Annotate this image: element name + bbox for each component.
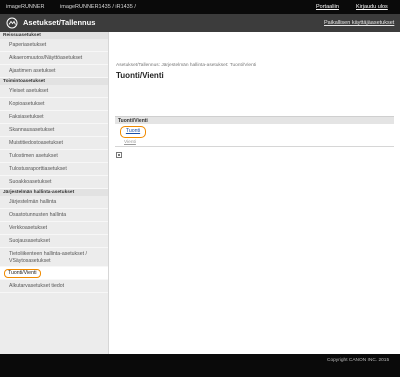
sidebar-item-copy[interactable]: Kopioasetukset xyxy=(0,98,108,111)
sidebar-item-communication[interactable]: Tietoliikenteen hallinta-asetukset / VSä… xyxy=(0,248,108,267)
sidebar-item-system-management[interactable]: Järjestelmän hallinta xyxy=(0,196,108,209)
sidebar-item-network[interactable]: Verkkoasetukset xyxy=(0,222,108,235)
sidebar-item-department-id[interactable]: Osastotunnusten hallinta xyxy=(0,209,108,222)
sidebar-item-import-export[interactable]: Tuonti/Vienti xyxy=(0,267,108,280)
user-settings-link[interactable]: Paikallisen käyttäjäasetukset xyxy=(324,20,394,26)
sidebar-section-header: Toimintoasetukset xyxy=(0,78,108,85)
sidebar-item-report-output[interactable]: Tulostusraporttiasetukset xyxy=(0,163,108,176)
settings-register-icon xyxy=(6,17,18,29)
sidebar-item-memory-file[interactable]: Muistitiedostoasetukset xyxy=(0,137,108,150)
export-link[interactable]: Vienti xyxy=(124,140,136,145)
logout-link[interactable]: Kirjaudu ulos xyxy=(356,4,388,10)
sidebar-section-header: Reissuasetukset xyxy=(0,32,108,39)
sidebar-item-label: Tuonti/Vienti xyxy=(4,269,41,278)
sidebar-item-destination[interactable]: Suoakkoasetukset xyxy=(0,176,108,189)
divider xyxy=(115,146,394,147)
portal-link[interactable]: Portaaliin xyxy=(316,4,339,10)
sidebar-item-printer[interactable]: Tulostimen asetukset xyxy=(0,150,108,163)
top-bar: imageRUNNER imageRUNNER1435 / iR1435 / P… xyxy=(0,0,400,14)
breadcrumb: Asetukset/Tallennus: Järjestelmän hallin… xyxy=(116,63,257,68)
sidebar-item-initialize[interactable]: Alkutarvasetukset tiedot xyxy=(0,280,108,293)
import-link[interactable]: Tuonti xyxy=(120,126,146,138)
sidebar-item-timer-settings[interactable]: Ajastimen asetukset xyxy=(0,65,108,78)
sidebar-item-scan[interactable]: Skannausasetukset xyxy=(0,124,108,137)
sidebar-section-header: Järjestelmän hallinta-asetukset xyxy=(0,189,108,196)
sidebar-item-general[interactable]: Yleiset asetukset xyxy=(0,85,108,98)
sidebar-item-timezone-display[interactable]: Aikaeromuutos/Näyttöasetukset xyxy=(0,52,108,65)
page-title: Tuonti/Vienti xyxy=(116,71,164,80)
copyright-text: Copyright CANON INC. 2015 xyxy=(327,358,390,363)
title-bar: Asetukset/Tallennus Paikallisen käyttäjä… xyxy=(0,14,400,32)
main-content: Asetukset/Tallennus: Järjestelmän hallin… xyxy=(110,32,400,354)
product-name: imageRUNNER xyxy=(6,4,45,10)
model-name: imageRUNNER1435 / iR1435 / xyxy=(60,4,136,10)
section-header: Tuonti/Vienti xyxy=(115,116,394,124)
footer: Copyright CANON INC. 2015 xyxy=(0,354,400,377)
sidebar-item-paper-settings[interactable]: Paperiasetukset xyxy=(0,39,108,52)
page-top-icon[interactable] xyxy=(116,152,122,158)
sidebar-item-security[interactable]: Suojausasetukset xyxy=(0,235,108,248)
product-info: imageRUNNER imageRUNNER1435 / iR1435 / xyxy=(6,4,150,10)
sidebar: Reissuasetukset Paperiasetukset Aikaerom… xyxy=(0,32,109,354)
sidebar-item-fax[interactable]: Faksiasetukset xyxy=(0,111,108,124)
page-header-title: Asetukset/Tallennus xyxy=(23,18,96,27)
